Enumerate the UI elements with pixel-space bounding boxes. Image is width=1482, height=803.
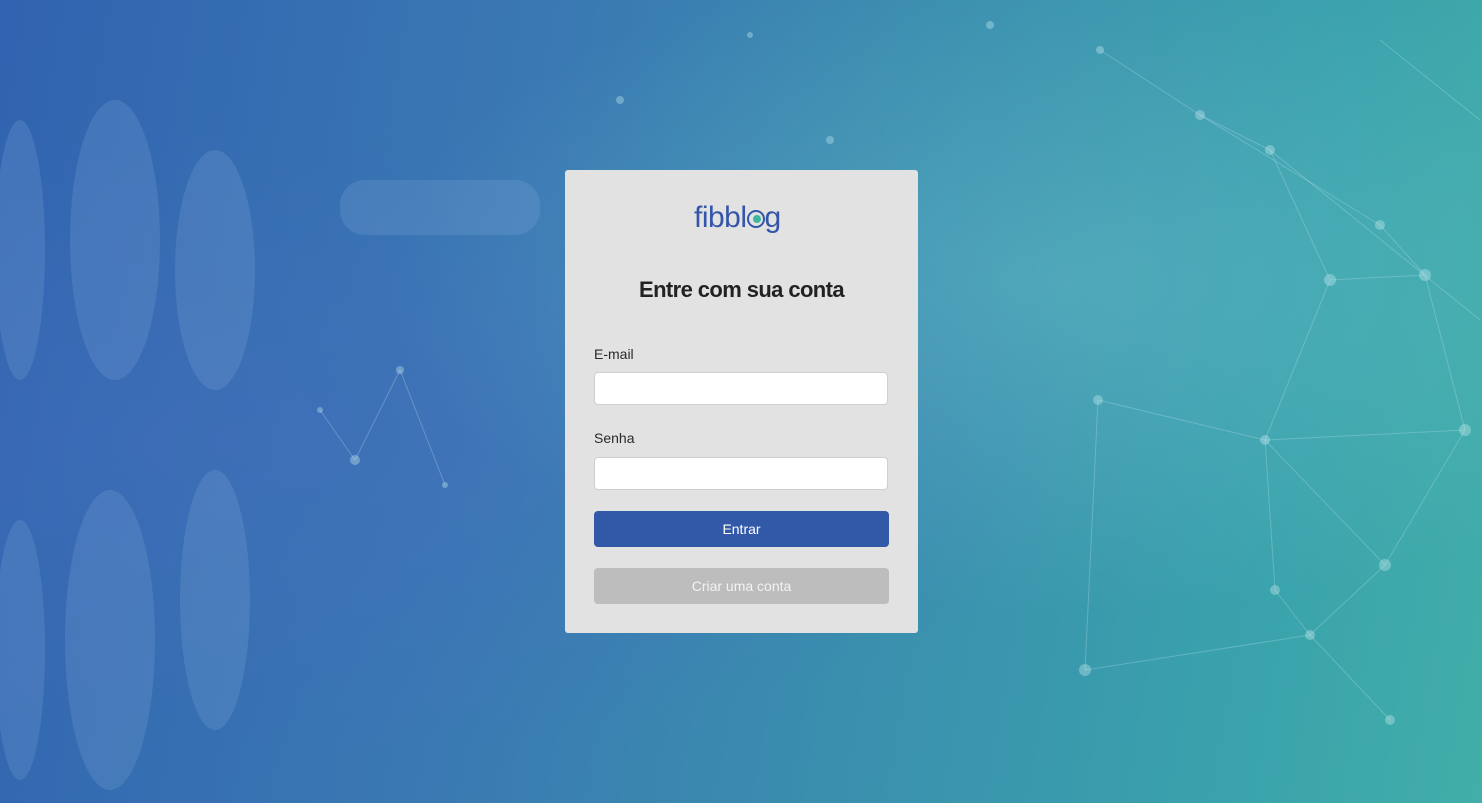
- login-button[interactable]: Entrar: [594, 511, 889, 547]
- fibblog-logo: fibbl g: [694, 196, 781, 240]
- page-title: Entre com sua conta: [639, 277, 845, 302]
- password-label: Senha: [594, 430, 635, 446]
- logo-text-start: fibbl: [694, 201, 747, 234]
- password-field[interactable]: [594, 457, 888, 490]
- logo-o-icon: [746, 210, 765, 228]
- create-account-button[interactable]: Criar uma conta: [594, 568, 889, 604]
- login-card: fibbl g Entre com sua conta E-mail Senha …: [565, 170, 918, 633]
- email-field[interactable]: [594, 372, 888, 405]
- email-label: E-mail: [594, 346, 634, 362]
- logo-text-end: g: [764, 201, 782, 234]
